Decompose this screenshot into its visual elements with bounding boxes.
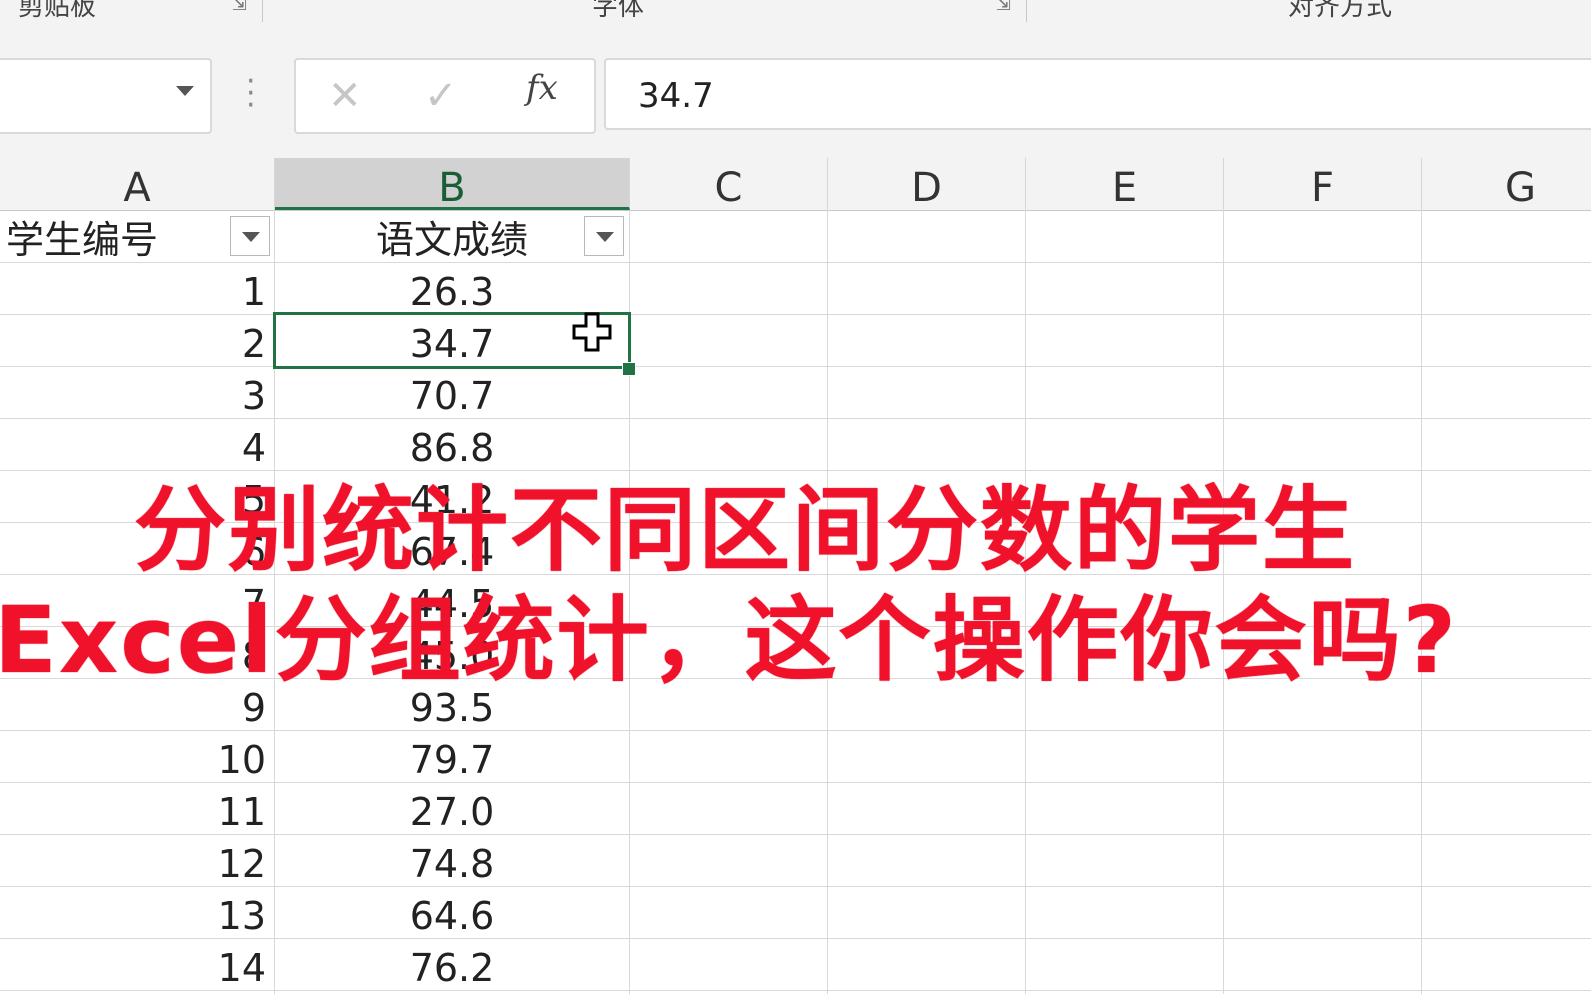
column-header-c[interactable]: C [630, 158, 828, 211]
column-header-g[interactable]: G [1422, 158, 1591, 211]
column-header-d[interactable]: D [828, 158, 1026, 211]
name-box[interactable] [0, 58, 212, 134]
cell-cursor-icon [572, 312, 612, 352]
column-header-e[interactable]: E [1026, 158, 1224, 211]
table-cell-student-id[interactable]: 10 [0, 730, 272, 782]
column-header-f[interactable]: F [1224, 158, 1422, 211]
ribbon-divider [262, 0, 263, 22]
cancel-icon[interactable]: ✕ [328, 74, 362, 118]
dialog-launcher-icon[interactable]: ⇲ [232, 0, 250, 15]
table-cell-student-id[interactable]: 12 [0, 834, 272, 886]
fill-handle[interactable] [622, 362, 636, 376]
ribbon-group-font[interactable]: 字体 [592, 0, 644, 23]
chevron-down-icon[interactable] [176, 86, 194, 96]
table-cell-student-id[interactable]: 2 [0, 314, 272, 366]
table-cell-student-id[interactable]: 1 [0, 262, 272, 314]
column-header-a[interactable]: A [0, 158, 275, 211]
table-cell-chinese-score[interactable]: 74.8 [275, 834, 629, 886]
enter-icon[interactable]: ✓ [424, 74, 458, 118]
drag-handle-icon[interactable]: · · · [246, 67, 256, 121]
table-cell-chinese-score[interactable]: 70.7 [275, 366, 629, 418]
table-cell-chinese-score[interactable]: 79.7 [275, 730, 629, 782]
ribbon-group-alignment[interactable]: 对齐方式 [1288, 0, 1392, 23]
table-cell-student-id[interactable]: 13 [0, 886, 272, 938]
filter-dropdown-icon[interactable] [584, 216, 624, 256]
overlay-caption-subtitle: Excel分组统计，这个操作你会吗? [0, 587, 1459, 694]
formula-input[interactable]: 34.7 [604, 58, 1591, 130]
table-cell-chinese-score[interactable]: 26.3 [275, 262, 629, 314]
table-cell-chinese-score[interactable]: 76.2 [275, 938, 629, 990]
insert-function-icon[interactable]: fx [526, 68, 558, 108]
table-cell-student-id[interactable]: 3 [0, 366, 272, 418]
ribbon: 剪贴板 ⇲ 字体 ⇲ 对齐方式 [0, 0, 1591, 31]
column-header-b[interactable]: B [275, 158, 630, 211]
filter-dropdown-icon[interactable] [230, 216, 270, 256]
table-cell-chinese-score[interactable]: 64.6 [275, 886, 629, 938]
table-cell-student-id[interactable]: 11 [0, 782, 272, 834]
table-cell-student-id[interactable]: 14 [0, 938, 272, 990]
column-header-row: A B C D E F G [0, 158, 1591, 211]
table-cell-chinese-score[interactable]: 27.0 [275, 782, 629, 834]
dialog-launcher-icon[interactable]: ⇲ [996, 0, 1014, 15]
ribbon-group-clipboard[interactable]: 剪贴板 [18, 0, 96, 23]
ribbon-divider [1026, 0, 1027, 22]
header-cell-chinese-score[interactable]: 语文成绩 [275, 210, 629, 262]
